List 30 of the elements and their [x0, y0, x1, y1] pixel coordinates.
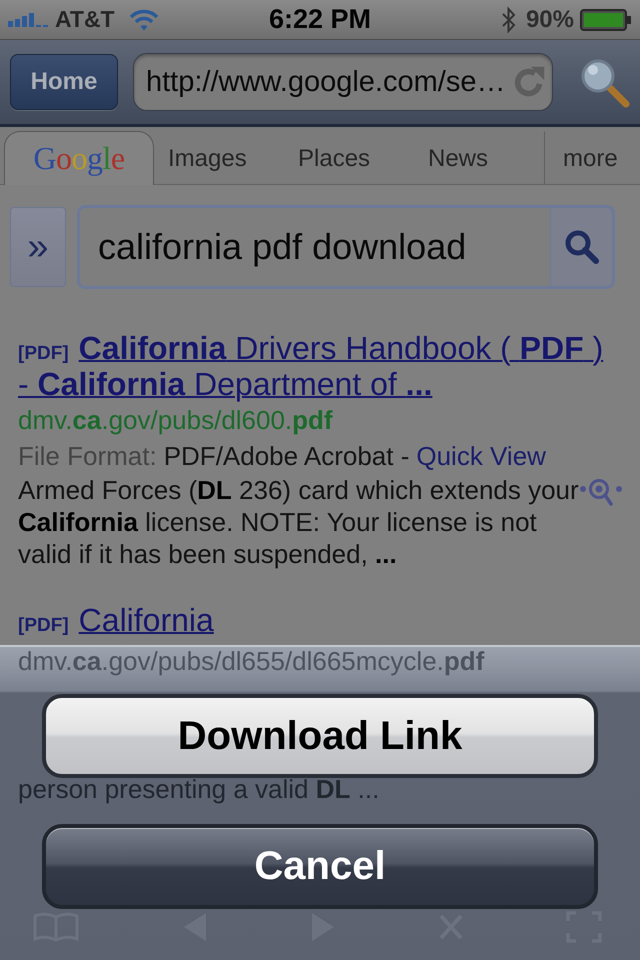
download-link-button[interactable]: Download Link — [42, 694, 598, 778]
tab[interactable]: Images — [154, 131, 284, 185]
signal-icon — [8, 12, 48, 26]
quick-view-link[interactable]: Quick View — [416, 438, 546, 474]
clock-time: 6:22 PM — [268, 4, 372, 35]
result-snippet: person presenting a valid DL ... — [18, 776, 380, 802]
result-title-link[interactable]: [PDF] California Drivers Handbook ( PDF ) - California Department of ... — [18, 330, 616, 402]
search-field[interactable]: california pdf download — [77, 205, 550, 289]
url-field[interactable]: http://www.google.com/se… — [133, 53, 553, 111]
tab[interactable]: more — [544, 131, 640, 185]
magnifier-preview-icon[interactable] — [580, 478, 622, 506]
battery-percent: 90% — [526, 6, 574, 34]
result-url: dmv.ca.gov/pubs/dl600.pdf — [18, 404, 333, 437]
battery-icon — [580, 8, 632, 30]
search-icon — [564, 229, 600, 265]
expand-button[interactable]: » — [10, 207, 66, 287]
wifi-icon — [128, 8, 159, 30]
result-snippet: Armed Forces (DL 236) card which extends your California license. NOTE: Your license is not valid if it has been suspended, ... — [18, 474, 580, 570]
file-format-value: PDF/Adobe Acrobat - — [164, 440, 410, 473]
result-url: dmv.ca.gov/pubs/dl655/dl665mcycle.pdf — [18, 648, 484, 674]
tab[interactable]: Places — [284, 131, 414, 185]
result-title-link[interactable]: [PDF] California — [18, 602, 616, 638]
carrier-name: AT&T — [55, 6, 115, 33]
logo-tab[interactable]: Google — [4, 131, 154, 185]
home-button[interactable]: Home — [10, 54, 118, 110]
file-format-label: File Format: — [18, 440, 157, 473]
bluetooth-icon — [502, 6, 516, 34]
tab[interactable]: News — [414, 131, 544, 185]
search-button[interactable] — [550, 205, 615, 289]
cancel-button[interactable]: Cancel — [42, 824, 598, 909]
